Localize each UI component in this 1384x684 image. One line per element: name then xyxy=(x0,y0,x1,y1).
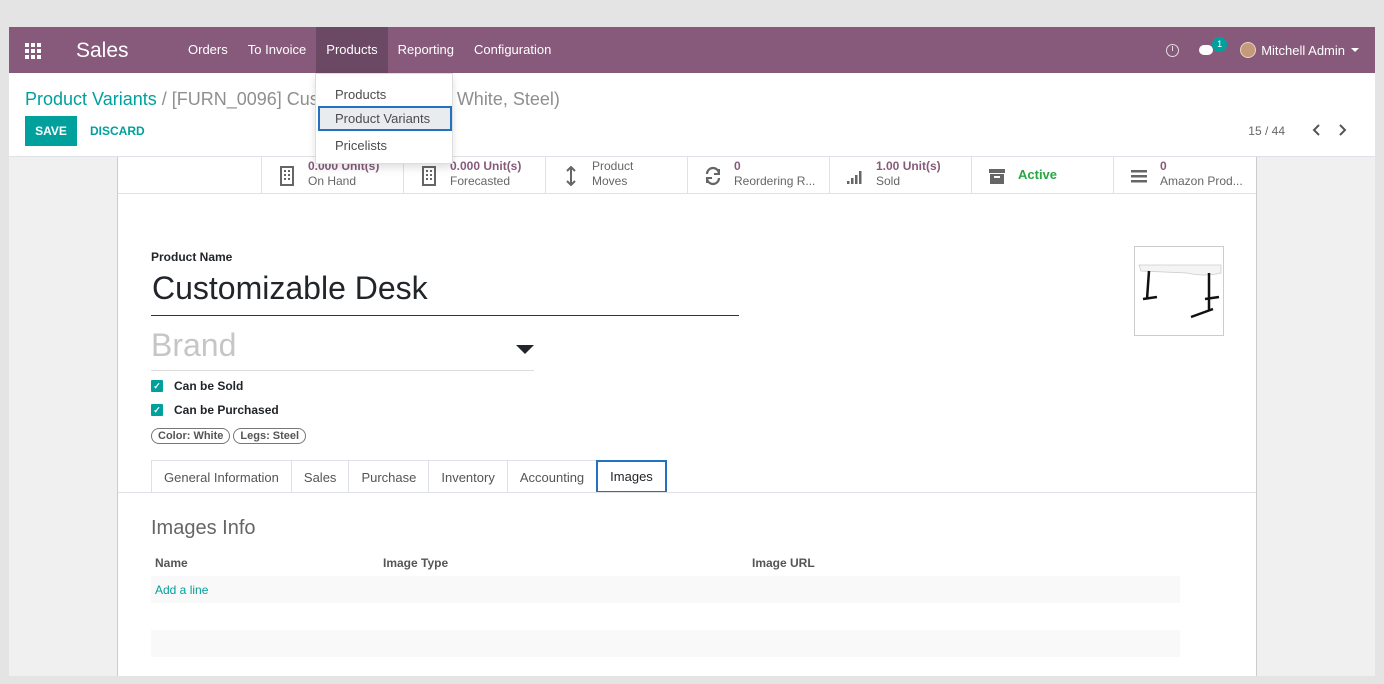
building-icon xyxy=(422,166,436,186)
breadcrumb-separator: / xyxy=(156,89,172,109)
desk-image-icon xyxy=(1138,264,1222,319)
tab-inventory[interactable]: Inventory xyxy=(428,460,507,493)
amazon-products-label: Amazon Prod... xyxy=(1160,174,1243,188)
column-image-url[interactable]: Image URL xyxy=(752,556,815,570)
products-dropdown: Products Product Variants Pricelists xyxy=(315,73,453,164)
reordering-rules-button[interactable]: 0 Reordering R... xyxy=(687,157,830,194)
app-window: Sales Orders To Invoice Products Reporti… xyxy=(9,27,1375,676)
message-count-badge: 1 xyxy=(1212,36,1228,52)
amazon-products-value: 0 xyxy=(1160,159,1167,173)
navbar-systray: 1 Mitchell Admin xyxy=(1166,27,1359,73)
user-caret-icon[interactable] xyxy=(1351,48,1359,52)
menu-orders[interactable]: Orders xyxy=(178,27,238,73)
chevron-right-icon[interactable] xyxy=(1337,124,1347,136)
dropdown-item-pricelists[interactable]: Pricelists xyxy=(318,133,452,158)
tab-general-information[interactable]: General Information xyxy=(151,460,291,493)
forecasted-value: 0.000 Unit(s) xyxy=(450,159,522,173)
sold-value: 1.00 Unit(s) xyxy=(876,159,941,173)
tag-color[interactable]: Color: White xyxy=(151,428,231,444)
can-be-sold-row: ✓ Can be Sold xyxy=(151,379,243,393)
smart-button-box: 0.000 Unit(s) On Hand 0.000 Unit(s) Fore… xyxy=(118,157,1256,194)
breadcrumb-current: [FURN_0096] Cus xyxy=(171,89,319,109)
column-name[interactable]: Name xyxy=(155,556,188,570)
attribute-tags: Color: White Legs: Steel xyxy=(151,428,307,444)
app-name[interactable]: Sales xyxy=(76,39,129,63)
tab-sales[interactable]: Sales xyxy=(290,460,349,493)
breadcrumb-current-tail: White, Steel) xyxy=(456,89,560,109)
tab-divider xyxy=(118,492,1256,493)
product-moves-button[interactable]: Product Moves xyxy=(545,157,688,194)
list-icon xyxy=(1131,170,1147,183)
table-row xyxy=(151,630,1180,657)
product-image[interactable] xyxy=(1134,246,1224,336)
breadcrumb: Product Variants / [FURN_0096] Cus White,… xyxy=(25,89,560,110)
sold-label: Sold xyxy=(876,174,901,188)
on-hand-label: On Hand xyxy=(308,174,357,188)
tab-images[interactable]: Images xyxy=(596,460,667,493)
top-navbar: Sales Orders To Invoice Products Reporti… xyxy=(9,27,1375,73)
refresh-icon xyxy=(705,166,721,186)
form-sheet: 0.000 Unit(s) On Hand 0.000 Unit(s) Fore… xyxy=(117,157,1257,676)
dropdown-item-products[interactable]: Products xyxy=(318,82,452,107)
menu-configuration[interactable]: Configuration xyxy=(464,27,561,73)
product-name-label: Product Name xyxy=(151,250,233,264)
sold-button[interactable]: 1.00 Unit(s) Sold xyxy=(829,157,972,194)
building-icon xyxy=(280,166,294,186)
activity-clock-icon[interactable] xyxy=(1166,43,1180,57)
arrows-v-icon xyxy=(566,166,576,186)
reordering-value: 0 xyxy=(734,159,741,173)
discard-button[interactable]: DISCARD xyxy=(90,116,145,146)
brand-select[interactable]: Brand xyxy=(151,327,534,371)
messaging-icon[interactable]: 1 xyxy=(1199,36,1228,57)
amazon-products-button[interactable]: 0 Amazon Prod... xyxy=(1113,157,1256,194)
images-info-title: Images Info xyxy=(151,517,256,539)
product-name-input[interactable]: Customizable Desk xyxy=(151,270,739,316)
pager-counter[interactable]: 15 / 44 xyxy=(1248,124,1285,138)
breadcrumb-product-variants[interactable]: Product Variants xyxy=(25,89,157,109)
control-panel: Product Variants / [FURN_0096] Cus White,… xyxy=(9,73,1375,157)
menu-products[interactable]: Products xyxy=(316,27,388,73)
user-menu[interactable]: Mitchell Admin xyxy=(1261,43,1345,58)
can-be-purchased-label: Can be Purchased xyxy=(174,403,279,417)
menu-to-invoice[interactable]: To Invoice xyxy=(238,27,317,73)
can-be-purchased-checkbox[interactable]: ✓ xyxy=(151,404,163,416)
main-menu: Orders To Invoice Products Reporting Con… xyxy=(178,27,561,73)
brand-placeholder: Brand xyxy=(151,327,237,363)
apps-menu-icon[interactable] xyxy=(25,43,41,59)
user-avatar[interactable] xyxy=(1240,42,1257,58)
column-image-type[interactable]: Image Type xyxy=(383,556,448,570)
save-button[interactable]: SAVE xyxy=(25,116,77,146)
can-be-sold-label: Can be Sold xyxy=(174,379,244,393)
signal-icon xyxy=(847,171,862,184)
add-line-link[interactable]: Add a line xyxy=(155,583,208,597)
notebook-tabs: General Information Sales Purchase Inven… xyxy=(151,460,667,493)
table-row xyxy=(151,576,1180,603)
chevron-left-icon[interactable] xyxy=(1312,124,1322,136)
tab-accounting[interactable]: Accounting xyxy=(506,460,597,493)
menu-reporting[interactable]: Reporting xyxy=(388,27,464,73)
can-be-sold-checkbox[interactable]: ✓ xyxy=(151,380,163,392)
reordering-label: Reordering R... xyxy=(734,174,816,188)
active-toggle-button[interactable]: Active xyxy=(971,157,1114,194)
archive-icon xyxy=(989,169,1005,184)
caret-down-icon[interactable] xyxy=(516,345,534,354)
dropdown-item-product-variants[interactable]: Product Variants xyxy=(318,106,452,131)
product-moves-value: Product xyxy=(592,159,634,173)
active-label: Active xyxy=(1018,167,1058,182)
tab-purchase[interactable]: Purchase xyxy=(348,460,429,493)
can-be-purchased-row: ✓ Can be Purchased xyxy=(151,403,279,417)
forecasted-label: Forecasted xyxy=(450,174,511,188)
product-moves-label: Moves xyxy=(592,174,628,188)
tag-legs[interactable]: Legs: Steel xyxy=(233,428,307,444)
